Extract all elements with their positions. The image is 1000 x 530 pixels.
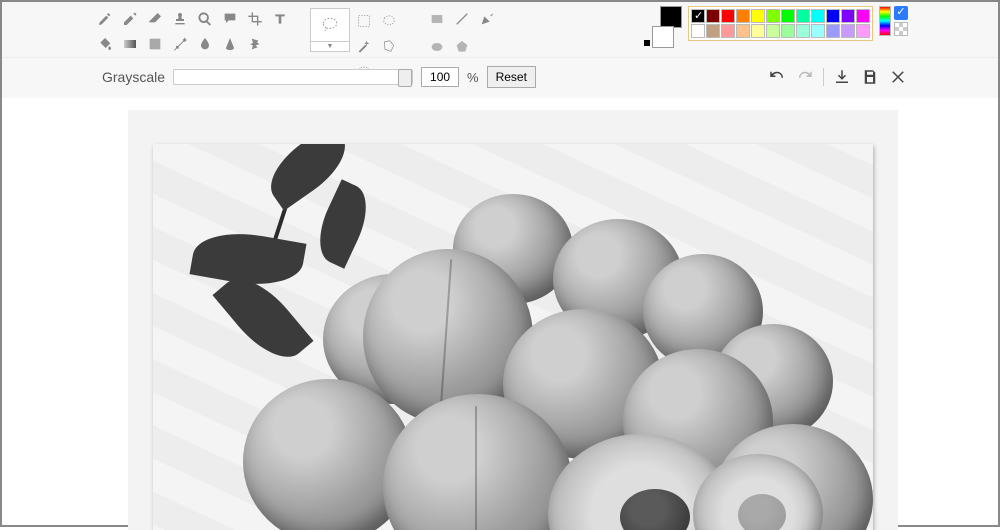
palette-color[interactable] [766, 24, 780, 38]
palette-color[interactable] [856, 9, 870, 23]
poly-select-tool[interactable] [378, 35, 400, 57]
palette-color[interactable] [796, 9, 810, 23]
layer-visible-checkbox[interactable]: ✓ [894, 6, 908, 20]
canvas-area [128, 110, 898, 530]
free-select-tool[interactable] [378, 10, 400, 32]
palette-grid [691, 9, 870, 38]
crop-tool[interactable] [244, 8, 266, 30]
close-button[interactable] [888, 67, 908, 87]
draw-tools-group [92, 6, 302, 57]
panel-tool[interactable] [144, 33, 166, 55]
rectangle-shape-tool[interactable] [426, 8, 448, 30]
palette-color[interactable] [751, 24, 765, 38]
color-area: ✓ [652, 6, 908, 48]
effect-label: Grayscale [102, 69, 165, 85]
lasso-tool[interactable] [310, 8, 350, 42]
shape-tools-group [424, 6, 524, 60]
palette-color[interactable] [691, 9, 705, 23]
lasso-dropdown[interactable]: ▼ [310, 42, 350, 52]
rect-select-tool[interactable] [353, 10, 375, 32]
transparency-swatch[interactable] [894, 22, 908, 36]
pencil-tool[interactable] [119, 8, 141, 30]
foreground-swatch[interactable] [660, 6, 682, 28]
cone-tool[interactable] [219, 33, 241, 55]
download-button[interactable] [832, 67, 852, 87]
redo-button[interactable] [795, 67, 815, 87]
palette-color[interactable] [751, 9, 765, 23]
top-toolbar: ▼ [2, 2, 998, 58]
palette-color[interactable] [841, 24, 855, 38]
brush-tool[interactable] [94, 8, 116, 30]
polygon-shape-tool[interactable] [451, 36, 473, 58]
palette-color[interactable] [796, 24, 810, 38]
separator [823, 68, 824, 86]
palette-color[interactable] [736, 24, 750, 38]
slider-thumb[interactable] [398, 69, 412, 87]
undo-button[interactable] [767, 67, 787, 87]
bucket-tool[interactable] [94, 33, 116, 55]
palette-color[interactable] [841, 9, 855, 23]
palette-color[interactable] [826, 9, 840, 23]
fg-bg-swatches[interactable] [652, 6, 682, 48]
file-actions [767, 67, 908, 87]
grayscale-value-input[interactable] [421, 67, 459, 87]
image-content [153, 144, 873, 530]
palette-color[interactable] [766, 9, 780, 23]
eraser-tool[interactable] [144, 8, 166, 30]
ellipse-shape-tool[interactable] [426, 36, 448, 58]
eyedropper-tool[interactable] [169, 33, 191, 55]
palette-color[interactable] [811, 24, 825, 38]
magic-wand-tool[interactable] [353, 35, 375, 57]
gradient-tool[interactable] [119, 33, 141, 55]
palette-color[interactable] [856, 24, 870, 38]
palette-color[interactable] [721, 9, 735, 23]
smudge-tool[interactable] [244, 33, 266, 55]
grayscale-slider[interactable] [173, 69, 413, 85]
pen-shape-tool[interactable] [476, 8, 498, 30]
stamp-tool[interactable] [169, 8, 191, 30]
save-button[interactable] [860, 67, 880, 87]
text-tool[interactable] [269, 8, 291, 30]
palette-color[interactable] [721, 24, 735, 38]
color-palette [688, 6, 873, 41]
effect-bar: Grayscale % Reset [2, 58, 998, 98]
palette-color[interactable] [736, 9, 750, 23]
hue-strip[interactable] [879, 6, 891, 36]
magnifier-tool[interactable] [194, 8, 216, 30]
palette-color[interactable] [811, 9, 825, 23]
palette-color[interactable] [691, 24, 705, 38]
palette-color[interactable] [706, 9, 720, 23]
swap-colors-icon[interactable] [644, 40, 650, 46]
palette-color[interactable] [826, 24, 840, 38]
palette-color[interactable] [781, 24, 795, 38]
line-shape-tool[interactable] [451, 8, 473, 30]
blur-tool[interactable] [194, 33, 216, 55]
percent-label: % [467, 70, 479, 85]
image-canvas[interactable] [153, 144, 873, 530]
palette-color[interactable] [706, 24, 720, 38]
speech-bubble-tool[interactable] [219, 8, 241, 30]
background-swatch[interactable] [652, 26, 674, 48]
reset-button[interactable]: Reset [487, 66, 536, 88]
palette-color[interactable] [781, 9, 795, 23]
